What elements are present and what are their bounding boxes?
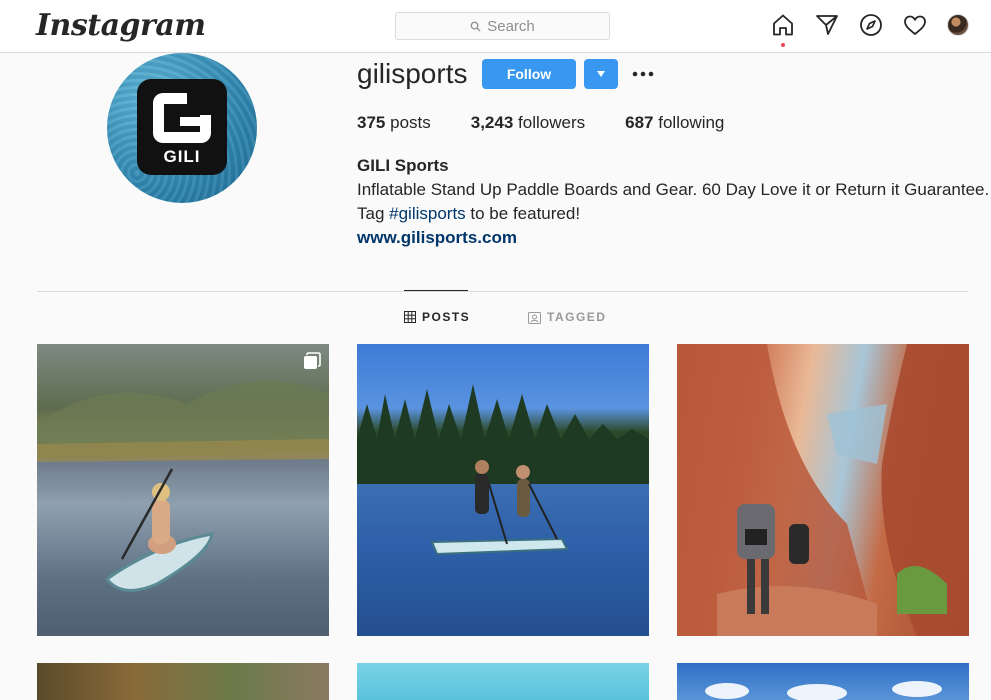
post-thumbnail[interactable] [357,663,649,700]
post-thumbnail[interactable] [37,663,329,700]
paddleboard-scene [37,381,329,592]
gili-logo-g-mark [153,93,211,143]
profile-stats: 375 posts 3,243 followers 687 following [357,113,764,133]
following-count-label: following [658,113,725,132]
profile-username: gilisports [357,58,468,89]
search-placeholder: Search [487,17,535,35]
gili-logo-text: GILI [163,147,201,166]
post-thumbnail[interactable] [677,663,969,700]
bio-hashtag-link[interactable]: #gilisports [389,204,466,223]
activity-heart-icon[interactable] [903,13,927,37]
gili-logo: GILI [137,79,227,175]
following-count[interactable]: 687 following [625,113,724,133]
post-thumbnail[interactable] [37,344,329,636]
canyon-hike-scene [677,344,969,636]
post-thumbnail[interactable] [357,344,649,636]
caret-down-icon [597,71,605,77]
bio-name: GILI Sports [357,156,449,175]
more-options-icon[interactable] [631,67,655,81]
home-icon[interactable] [771,13,795,47]
direct-icon[interactable] [815,13,839,37]
top-nav: Instagram Search [0,0,991,53]
search-input[interactable]: Search [395,12,610,40]
tab-tagged[interactable]: TAGGED [528,310,606,324]
tab-tagged-label: TAGGED [547,310,607,324]
explore-icon[interactable] [859,13,883,37]
bio-description: Inflatable Stand Up Paddle Boards and Ge… [357,180,990,199]
follow-button[interactable]: Follow [482,59,576,89]
clouds-scene [705,681,942,700]
profile-avatar[interactable] [947,14,969,36]
tabs-divider [37,291,968,292]
instagram-logo[interactable]: Instagram [36,8,206,43]
tab-posts-label: POSTS [422,310,471,324]
bio-website-link[interactable]: www.gilisports.com [357,226,989,250]
paddleboard-scene [357,384,649,556]
bio-tag-suffix: to be featured! [465,204,581,223]
posts-count-value: 375 [357,113,386,132]
profile-bio: GILI Sports Inflatable Stand Up Paddle B… [357,154,989,250]
bio-tag-line: Tag #gilisports to be featured! [357,202,989,226]
tagged-user-icon [528,311,541,324]
profile-picture[interactable]: GILI [107,53,257,203]
tab-posts[interactable]: POSTS [404,310,470,324]
posts-count: 375 posts [357,113,431,133]
followers-count-label: followers [518,113,586,132]
post-thumbnail[interactable] [677,344,969,636]
followers-count-value: 3,243 [470,113,514,132]
grid-icon [404,311,416,323]
following-count-value: 687 [625,113,654,132]
posts-count-label: posts [390,113,431,132]
home-notification-dot [781,43,785,47]
suggestions-dropdown-button[interactable] [584,59,618,89]
multiple-photos-icon [304,352,321,369]
followers-count[interactable]: 3,243 followers [471,113,585,133]
search-icon [470,21,481,32]
bio-tag-prefix: Tag [357,204,390,223]
active-tab-indicator [404,290,468,291]
